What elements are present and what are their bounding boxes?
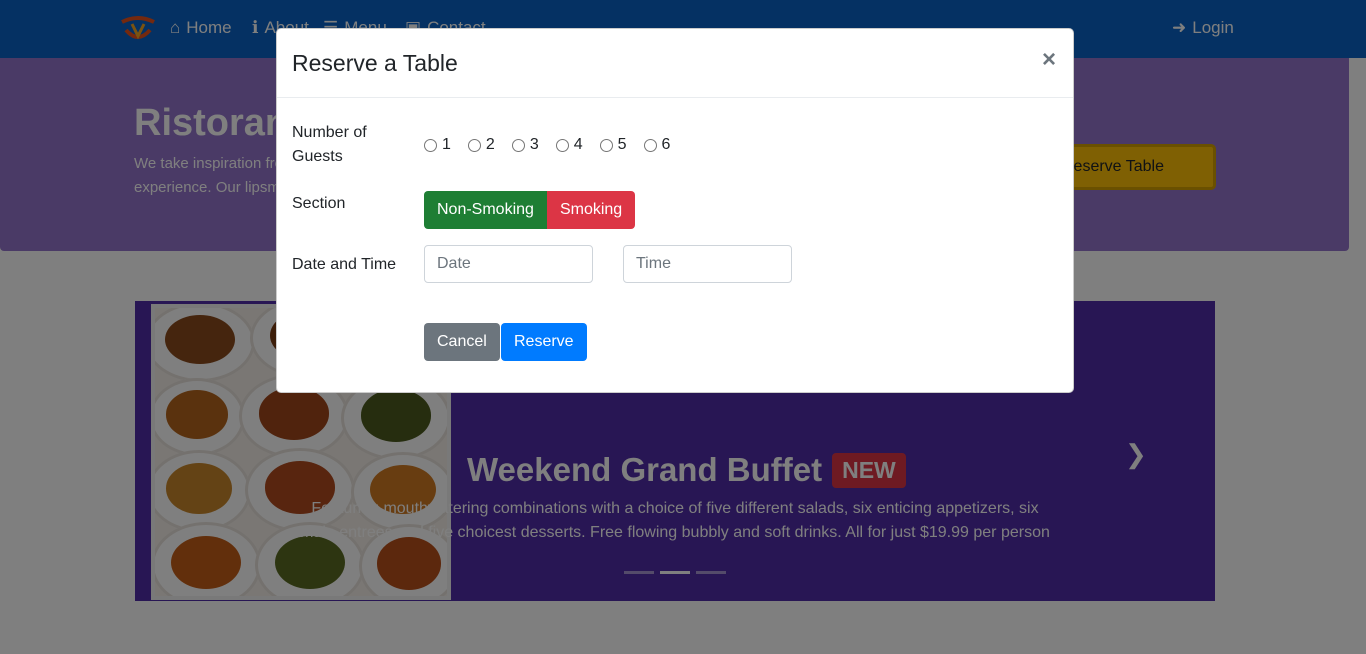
guests-radio-group: 1 2 3 4 5 6	[424, 136, 687, 154]
guest-option-label: 4	[573, 136, 583, 153]
guest-option-2[interactable]: 2	[467, 136, 495, 154]
guest-option-label: 3	[529, 136, 539, 153]
date-input[interactable]	[424, 245, 593, 283]
guest-option-label: 2	[485, 136, 495, 153]
guest-radio-4[interactable]	[555, 138, 569, 152]
guest-option-label: 1	[442, 136, 451, 153]
guest-option-label: 5	[617, 136, 627, 153]
modal-header: Reserve a Table ×	[277, 29, 1073, 98]
reserve-modal: Reserve a Table × Number of Guests 1 2 3…	[276, 28, 1074, 393]
close-button[interactable]: ×	[1042, 46, 1056, 74]
guest-radio-6[interactable]	[643, 138, 657, 152]
datetime-label: Date and Time	[292, 256, 397, 273]
guest-option-3[interactable]: 3	[511, 136, 539, 154]
non-smoking-button[interactable]: Non-Smoking	[424, 191, 547, 229]
guests-label: Number of Guests	[292, 124, 367, 165]
guest-radio-3[interactable]	[511, 138, 525, 152]
modal-title: Reserve a Table	[292, 50, 458, 76]
guest-option-1[interactable]: 1	[424, 136, 451, 154]
guest-option-label: 6	[661, 136, 671, 153]
guest-option-4[interactable]: 4	[555, 136, 583, 154]
smoking-button[interactable]: Smoking	[546, 191, 636, 229]
guest-radio-2[interactable]	[467, 138, 481, 152]
guest-option-6[interactable]: 6	[643, 136, 671, 154]
guest-option-5[interactable]: 5	[599, 136, 627, 154]
section-label: Section	[292, 195, 346, 212]
cancel-button[interactable]: Cancel	[424, 323, 500, 361]
time-input[interactable]	[623, 245, 792, 283]
guest-radio-1[interactable]	[424, 138, 437, 152]
guest-radio-5[interactable]	[599, 138, 613, 152]
section-button-group: Non-Smoking Smoking	[424, 191, 636, 229]
reserve-button[interactable]: Reserve	[501, 323, 587, 361]
